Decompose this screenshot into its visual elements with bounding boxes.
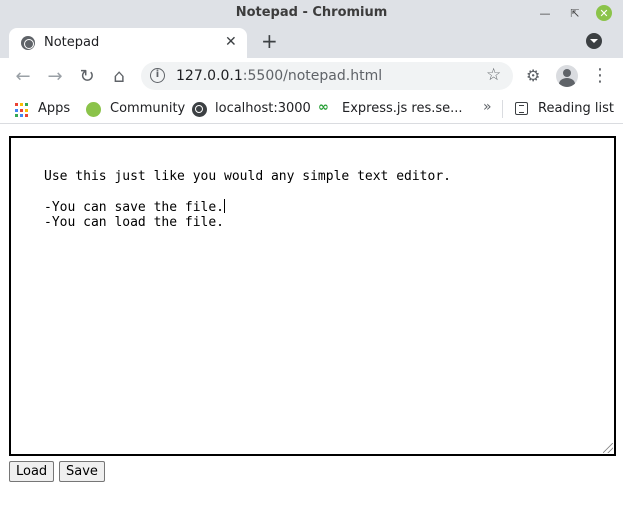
minimize-icon[interactable]: —	[537, 5, 553, 21]
more-bookmarks-chevron-icon[interactable]: »	[483, 99, 492, 115]
window-title: Notepad - Chromium	[235, 5, 388, 20]
profile-avatar-icon[interactable]	[556, 65, 578, 87]
editor-line-3: -You can load the file.	[44, 215, 225, 230]
bookmarks-divider	[502, 100, 503, 118]
address-bar[interactable]: i 127.0.0.1:5500/notepad.html ☆	[141, 62, 513, 90]
globe-icon	[192, 102, 207, 117]
tab-title: Notepad	[44, 35, 100, 50]
bookmark-apps[interactable]: Apps	[38, 101, 70, 116]
browser-toolbar: ← → ↻ ⌂ i 127.0.0.1:5500/notepad.html ☆ …	[0, 58, 623, 94]
globe-icon	[21, 36, 35, 50]
express-icon: ∞	[318, 100, 329, 115]
tab-notepad[interactable]: Notepad ✕	[9, 28, 247, 58]
linux-mint-icon	[86, 102, 101, 117]
menu-kebab-icon[interactable]: ⋮	[591, 65, 609, 87]
close-tab-icon[interactable]: ✕	[225, 34, 237, 50]
save-button[interactable]: Save	[59, 461, 105, 482]
load-button[interactable]: Load	[9, 461, 55, 482]
restore-icon[interactable]: ⇱	[567, 5, 583, 21]
bookmark-star-icon[interactable]: ☆	[486, 65, 501, 85]
url-path: :5500/notepad.html	[242, 68, 383, 84]
editor-line-2: -You can save the file.	[44, 200, 225, 215]
text-caret	[224, 199, 226, 213]
apps-grid-icon	[15, 103, 30, 118]
bookmark-community[interactable]: Community	[110, 101, 185, 116]
site-info-icon[interactable]: i	[150, 68, 165, 83]
new-tab-button[interactable]: +	[261, 29, 278, 53]
window-titlebar: Notepad - Chromium — ⇱ ✕	[0, 0, 623, 26]
notepad-textarea[interactable]: Use this just like you would any simple …	[9, 136, 616, 456]
tab-search-icon[interactable]	[586, 33, 602, 49]
extensions-puzzle-icon[interactable]: ⚙	[526, 66, 540, 85]
resize-grip-icon[interactable]	[603, 443, 613, 453]
url-host: 127.0.0.1	[176, 68, 243, 84]
close-window-icon[interactable]: ✕	[596, 5, 612, 21]
forward-arrow-icon[interactable]: →	[43, 64, 67, 88]
url-text[interactable]: 127.0.0.1:5500/notepad.html	[176, 68, 382, 84]
tab-strip: Notepad ✕ +	[0, 26, 623, 58]
editor-line-1: Use this just like you would any simple …	[44, 169, 451, 184]
bookmark-express[interactable]: Express.js res.se...	[342, 101, 463, 116]
bookmark-localhost[interactable]: localhost:3000	[215, 101, 311, 116]
reading-list-button[interactable]: Reading list	[538, 101, 614, 116]
reload-icon[interactable]: ↻	[75, 64, 99, 88]
home-icon[interactable]: ⌂	[107, 64, 131, 88]
reading-list-icon	[515, 102, 528, 115]
bookmarks-bar: Apps Community localhost:3000 ∞ Express.…	[0, 94, 623, 124]
back-arrow-icon[interactable]: ←	[11, 64, 35, 88]
